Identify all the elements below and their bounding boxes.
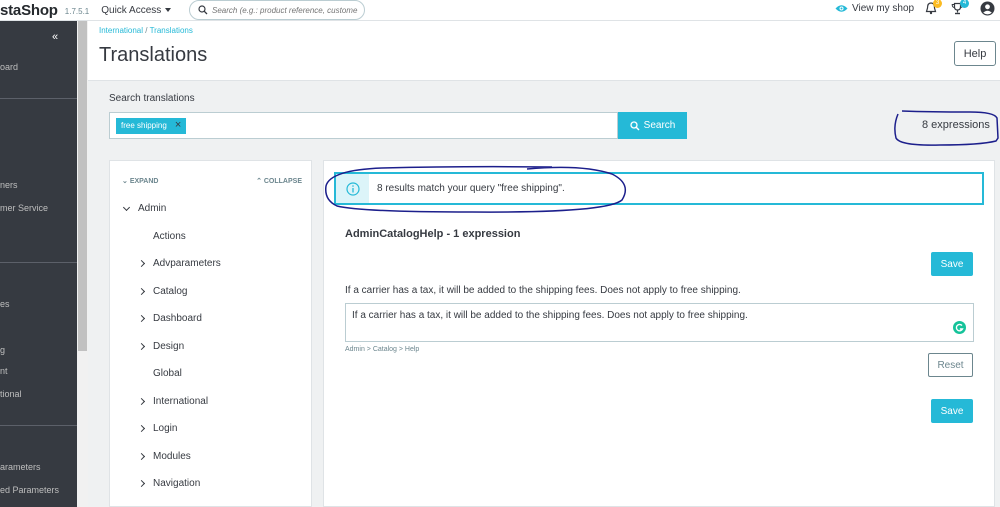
source-text: If a carrier has a tax, it will be added…: [345, 285, 741, 296]
view-shop-label: View my shop: [852, 3, 915, 14]
sidebar-item-payment[interactable]: nt: [0, 366, 8, 376]
tree-node-design[interactable]: Design: [137, 341, 184, 352]
chevron-right-icon: [137, 397, 146, 406]
global-search-input[interactable]: [212, 5, 362, 15]
page-header: International / Translations Translation…: [88, 21, 1000, 81]
chevron-down-icon: [122, 203, 131, 211]
chevron-right-icon: [137, 479, 146, 488]
sidebar-divider: [0, 262, 77, 263]
chevron-right-icon: [137, 287, 146, 296]
tree-node-dashboard[interactable]: Dashboard: [137, 313, 202, 324]
sidebar-item-international[interactable]: tional: [0, 389, 22, 399]
sidebar-item-dashboard[interactable]: oard: [0, 62, 18, 72]
sidebar-item-customers[interactable]: ners: [0, 180, 18, 190]
quick-access-menu[interactable]: Quick Access: [101, 4, 172, 16]
sidebar-item-shipping[interactable]: g: [0, 345, 5, 355]
chevron-right-icon: [137, 259, 146, 268]
info-icon-box: [336, 174, 369, 203]
tree-node-actions[interactable]: Actions: [153, 231, 186, 242]
domain-title: AdminCatalogHelp - 1 expression: [345, 228, 521, 240]
sidebar-item-modules[interactable]: es: [0, 299, 10, 309]
quick-access-label: Quick Access: [101, 4, 162, 16]
chevron-right-icon: [137, 424, 146, 433]
save-button-bottom[interactable]: Save: [931, 399, 973, 423]
sidebar-scrollbar[interactable]: [77, 21, 88, 507]
version-label: 1.7.5.1: [64, 6, 90, 16]
search-icon: [630, 120, 640, 130]
sidebar-item-customer-service[interactable]: mer Service: [0, 203, 48, 213]
notifications-button[interactable]: 3: [925, 0, 942, 20]
chevron-right-icon: [137, 314, 146, 323]
breadcrumb-translations[interactable]: Translations: [150, 26, 193, 35]
breadcrumb: International / Translations: [99, 26, 193, 35]
translation-search-input[interactable]: free shipping ×: [109, 112, 618, 139]
account-button[interactable]: [980, 1, 995, 21]
remove-tag-icon[interactable]: ×: [175, 120, 181, 131]
sidebar-item-shop-parameters[interactable]: arameters: [0, 462, 41, 472]
tree-node-admin[interactable]: Admin: [122, 203, 166, 214]
trophy-button[interactable]: 4: [951, 0, 969, 20]
scrollbar-thumb[interactable]: [78, 21, 87, 351]
help-button[interactable]: Help: [954, 41, 996, 66]
global-search[interactable]: [189, 0, 365, 20]
info-icon: [345, 181, 360, 196]
page-title: Translations: [99, 44, 208, 66]
grammarly-icon[interactable]: [953, 321, 966, 334]
search-tag: free shipping ×: [116, 117, 187, 134]
search-tag-label: free shipping: [121, 121, 167, 130]
breadcrumb-international[interactable]: International: [99, 26, 143, 35]
tree-node-advparameters[interactable]: Advparameters: [137, 258, 221, 269]
sidebar-item-advanced-parameters[interactable]: ed Parameters: [0, 485, 59, 495]
search-button-label: Search: [643, 120, 676, 131]
expand-all-button[interactable]: ⌄ EXPAND: [122, 178, 158, 185]
tree-node-modules[interactable]: Modules: [137, 451, 191, 462]
tree-node-catalog[interactable]: Catalog: [137, 286, 187, 297]
reset-button[interactable]: Reset: [928, 353, 973, 377]
eye-icon: [835, 5, 848, 12]
chevron-right-icon: [137, 452, 146, 461]
search-translations-label: Search translations: [109, 93, 195, 104]
view-shop-link[interactable]: View my shop: [835, 3, 914, 14]
tree-node-login[interactable]: Login: [137, 423, 177, 434]
chevron-right-icon: [137, 342, 146, 351]
logo[interactable]: staShop: [0, 2, 58, 19]
save-button-top[interactable]: Save: [931, 252, 973, 276]
collapse-all-button[interactable]: ⌃ COLLAPSE: [256, 177, 302, 185]
translation-textarea[interactable]: If a carrier has a tax, it will be added…: [345, 303, 974, 342]
info-alert: 8 results match your query "free shippin…: [334, 172, 984, 205]
tree-controls: ⌄ EXPAND ⌃ COLLAPSE: [122, 177, 302, 185]
user-avatar-icon: [980, 1, 995, 16]
sidebar-divider: [0, 425, 77, 426]
tree-node-global[interactable]: Global: [153, 368, 182, 379]
translation-path: Admin > Catalog > Help: [345, 346, 420, 353]
expressions-count: 8 expressions: [922, 119, 990, 131]
sidebar-collapse-icon[interactable]: «: [52, 31, 58, 43]
sidebar: « oard ners mer Service es g nt tional a…: [0, 21, 77, 507]
tree-node-navigation[interactable]: Navigation: [137, 478, 200, 489]
tree-node-international[interactable]: International: [137, 396, 208, 407]
search-button[interactable]: Search: [618, 112, 687, 139]
caret-down-icon: [165, 8, 172, 12]
search-icon: [198, 5, 208, 15]
sidebar-divider: [0, 98, 77, 99]
info-alert-text: 8 results match your query "free shippin…: [377, 183, 565, 194]
